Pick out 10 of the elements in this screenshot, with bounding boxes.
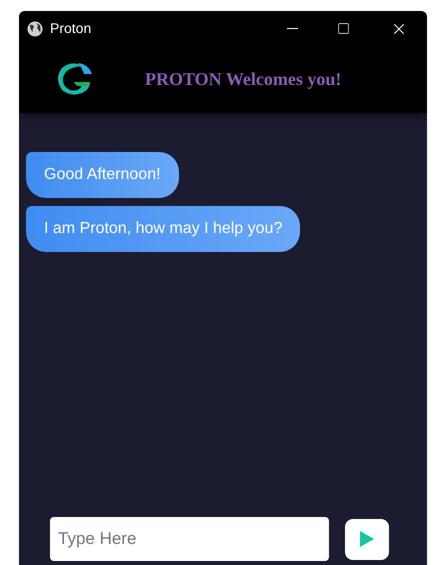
minimize-icon <box>286 28 298 29</box>
chat-bubble: I am Proton, how may I help you? <box>26 206 300 252</box>
window-title: Proton <box>50 19 92 38</box>
maximize-icon <box>336 22 350 35</box>
globe-icon <box>27 20 43 36</box>
message-input[interactable]: Type Here <box>50 517 329 561</box>
header-title: PROTON Welcomes you! <box>145 68 342 91</box>
chat-bubble: Good Afternoon! <box>26 152 179 198</box>
send-icon <box>360 531 374 547</box>
send-button[interactable] <box>345 518 389 560</box>
